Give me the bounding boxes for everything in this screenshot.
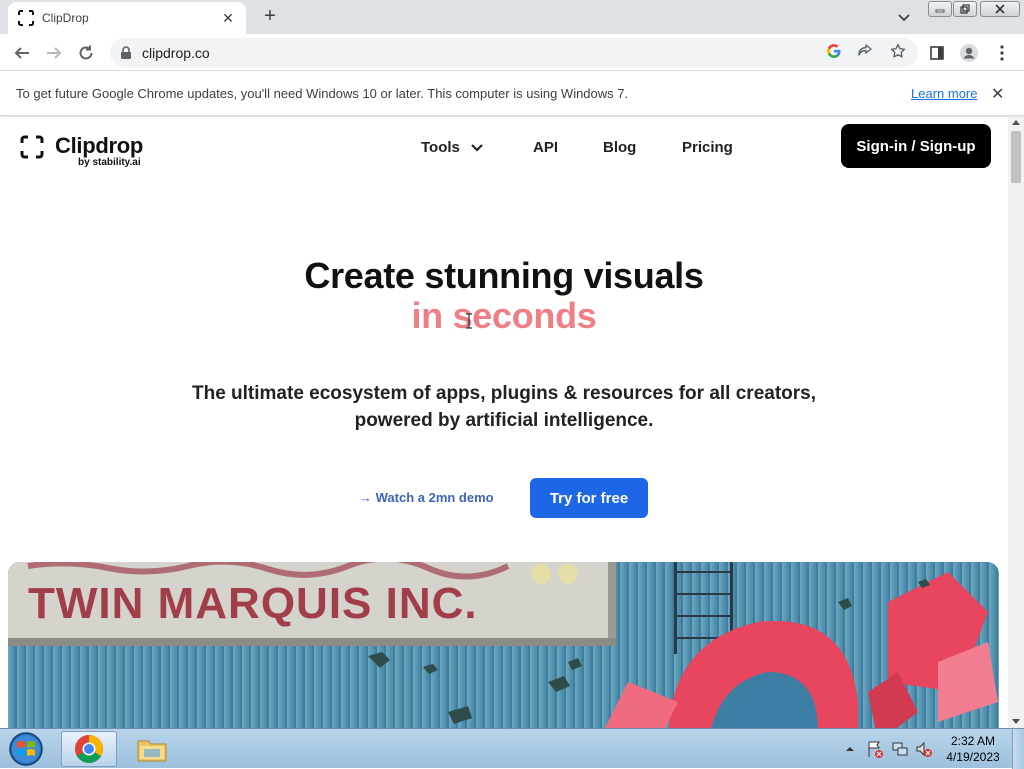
taskbar-chrome-button[interactable] (61, 731, 117, 767)
nav-api-link[interactable]: API (533, 139, 558, 156)
sign-text: TWIN MARQUIS INC. (28, 579, 478, 628)
google-icon[interactable] (826, 43, 842, 59)
scrollbar-thumb[interactable] (1011, 131, 1021, 183)
reload-button[interactable] (75, 42, 97, 64)
tab-title: ClipDrop (42, 11, 89, 25)
volume-muted-icon[interactable] (915, 739, 933, 759)
signin-signup-button[interactable]: Sign-in / Sign-up (841, 124, 991, 168)
folder-icon (137, 740, 167, 762)
side-panel-button[interactable] (927, 43, 947, 63)
reload-icon (79, 45, 93, 60)
back-button[interactable] (11, 42, 33, 64)
text-cursor-icon (466, 313, 472, 329)
restore-button[interactable] (953, 1, 977, 17)
taskbar-explorer-button[interactable] (124, 731, 180, 767)
scroll-down-arrow-icon[interactable] (1012, 719, 1020, 724)
hero-image: TWIN MARQUIS INC. (8, 562, 999, 728)
chrome-menu-button[interactable] (992, 43, 1012, 63)
chrome-icon (75, 735, 103, 763)
nav-tools-label: Tools (421, 139, 460, 156)
nav-tools-dropdown[interactable]: Tools (421, 139, 484, 156)
address-bar[interactable]: clipdrop.co (110, 38, 918, 67)
watch-demo-link[interactable]: → Watch a 2mn demo (359, 490, 494, 505)
show-hidden-icons-icon[interactable] (845, 739, 855, 759)
windows-taskbar: 2:32 AM 4/19/2023 (0, 728, 1024, 769)
profile-avatar-icon (960, 44, 978, 62)
tab-strip: ClipDrop ✕ + (0, 0, 1024, 34)
page-content: Clipdrop by stability.ai Tools API Blog … (0, 117, 1008, 728)
clock-time: 2:32 AM (950, 734, 996, 748)
clipdrop-favicon-icon (18, 10, 34, 26)
update-infobar: To get future Google Chrome updates, you… (0, 71, 1024, 116)
lock-icon[interactable] (120, 45, 132, 60)
hero-artwork-illustration: TWIN MARQUIS INC. (8, 562, 999, 728)
network-icon[interactable] (891, 739, 909, 759)
infobar-message: To get future Google Chrome updates, you… (16, 86, 629, 101)
try-for-free-button[interactable]: Try for free (530, 478, 648, 518)
clipdrop-logo-icon (20, 135, 44, 159)
windows-start-button[interactable] (6, 731, 46, 767)
minimize-button[interactable] (928, 1, 952, 17)
url-text: clipdrop.co (142, 44, 210, 61)
chevron-down-icon (471, 143, 483, 152)
side-panel-icon (930, 46, 944, 60)
clock-date: 4/19/2023 (946, 750, 1000, 764)
tab-search-chevron-icon[interactable] (894, 7, 914, 27)
share-icon[interactable] (857, 43, 873, 59)
hero-subtitle-line1: The ultimate ecosystem of apps, plugins … (191, 383, 817, 404)
new-tab-button[interactable]: + (258, 5, 282, 29)
tab-clipdrop[interactable]: ClipDrop ✕ (8, 2, 246, 34)
tab-close-icon[interactable]: ✕ (220, 10, 236, 27)
system-clock[interactable]: 2:32 AM 4/19/2023 (940, 733, 1006, 765)
hero-subtitle-line2: powered by artificial intelligence. (354, 410, 654, 431)
scroll-up-arrow-icon[interactable] (1012, 120, 1020, 125)
logo-name: Clipdrop (55, 133, 144, 158)
close-window-button[interactable] (980, 1, 1020, 17)
bookmark-star-icon[interactable] (890, 43, 906, 59)
back-arrow-icon (14, 47, 29, 59)
profile-button[interactable] (959, 43, 979, 63)
nav-blog-link[interactable]: Blog (603, 139, 636, 156)
learn-more-link[interactable]: Learn more (911, 86, 977, 101)
forward-button[interactable] (43, 42, 65, 64)
forward-arrow-icon (47, 47, 62, 59)
nav-pricing-link[interactable]: Pricing (682, 139, 733, 156)
logo-subtitle: by stability.ai (78, 157, 141, 168)
page-scrollbar[interactable] (1008, 117, 1024, 728)
three-dots-menu-icon (1000, 45, 1004, 61)
clipdrop-logo[interactable]: Clipdrop by stability.ai (20, 133, 144, 168)
action-center-flag-icon[interactable] (866, 739, 884, 759)
hero-title-line2: in seconds (411, 295, 597, 336)
hero-title-line1: Create stunning visuals (304, 255, 704, 296)
infobar-close-icon[interactable]: ✕ (991, 84, 1004, 104)
show-desktop-button[interactable] (1012, 729, 1024, 769)
browser-toolbar: clipdrop.co (0, 34, 1024, 71)
